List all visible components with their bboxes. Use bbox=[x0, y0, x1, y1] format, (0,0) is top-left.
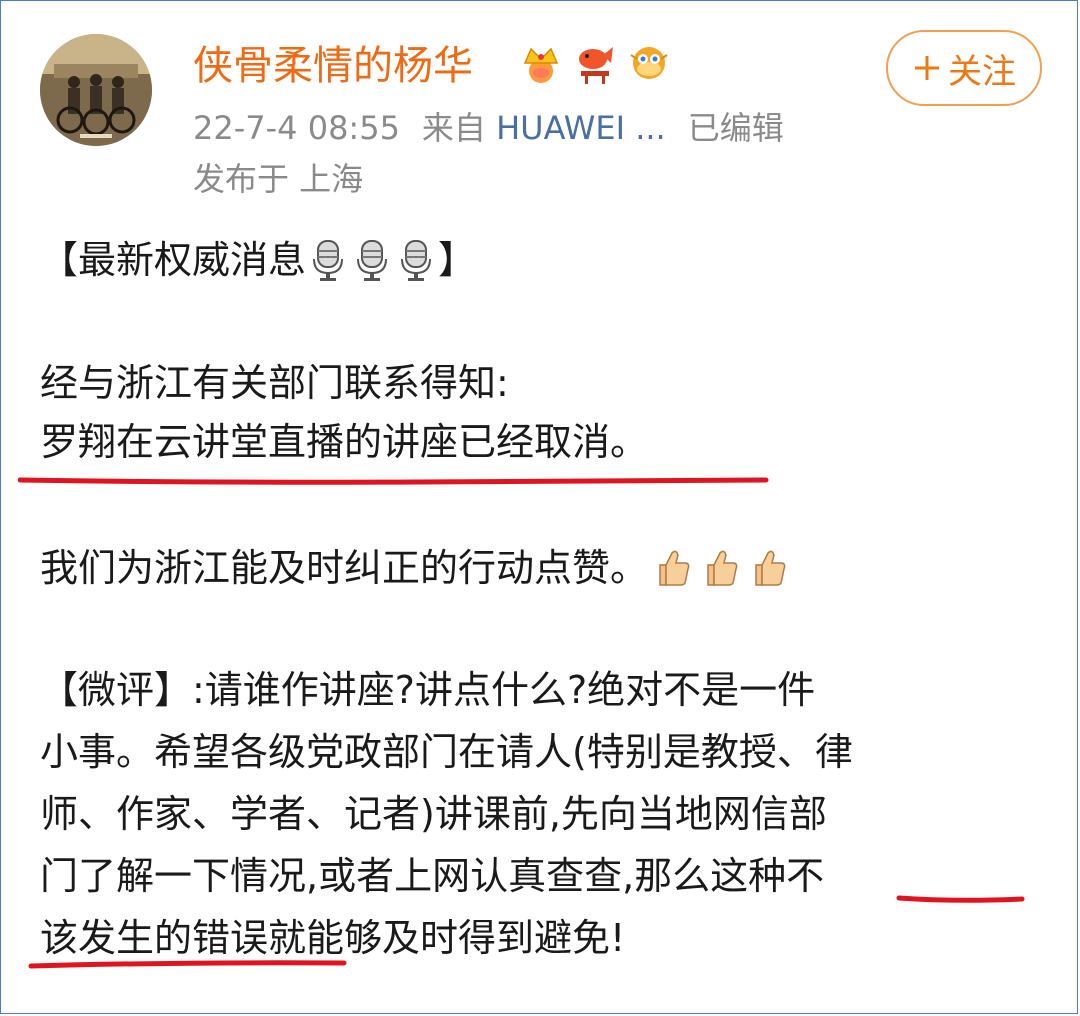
edited-label[interactable]: 已编辑 bbox=[688, 109, 784, 147]
user-badges bbox=[518, 40, 672, 86]
paragraph-1-line-2: 罗翔在云讲堂直播的讲座已经取消。 bbox=[40, 420, 649, 464]
location-label: 发布于 上海 bbox=[193, 160, 364, 198]
heading-line: 【最新权威消息 】 bbox=[40, 232, 476, 296]
paragraph-1-line-1: 经与浙江有关部门联系得知: bbox=[40, 361, 509, 405]
microphone-icon bbox=[310, 239, 346, 296]
avatar-photo-icon bbox=[40, 34, 152, 146]
red-underline-2 bbox=[896, 895, 1025, 903]
thumbs-up-icon bbox=[748, 547, 788, 604]
paragraph-3-line-4: 门了解一下情况,或者上网认真查查,那么这种不 bbox=[40, 854, 825, 898]
paragraph-2: 我们为浙江能及时纠正的行动点赞。 bbox=[40, 540, 792, 604]
paragraph-3-line-1: 【微评】:请谁作讲座?讲点什么?绝对不是一件 bbox=[40, 668, 816, 712]
follow-button[interactable]: 关注 bbox=[886, 30, 1042, 106]
username[interactable]: 侠骨柔情的杨华 bbox=[193, 38, 473, 94]
red-underline-1 bbox=[18, 477, 769, 485]
red-underline-3 bbox=[28, 960, 347, 969]
thumbs-up-icon bbox=[652, 547, 692, 604]
device-link[interactable]: HUAWEI ... bbox=[496, 109, 666, 147]
paragraph-2-text: 我们为浙江能及时纠正的行动点赞。 bbox=[40, 546, 649, 590]
heading-text: 【最新权威消息 bbox=[40, 238, 307, 282]
post-meta: 22-7-4 08:55 来自 HUAWEI ... 已编辑 bbox=[193, 105, 784, 151]
plus-icon bbox=[915, 56, 939, 80]
koi-badge-icon[interactable] bbox=[572, 40, 618, 86]
pufferfish-badge-icon[interactable] bbox=[626, 40, 672, 86]
avatar[interactable] bbox=[40, 34, 152, 146]
paragraph-3-line-3: 师、作家、学者、记者)讲课前,先向当地网信部 bbox=[40, 792, 827, 836]
microphone-icon bbox=[398, 239, 434, 296]
source-prefix: 来自 bbox=[421, 109, 486, 147]
thumbs-up-icon bbox=[700, 547, 740, 604]
paragraph-3-line-2: 小事。希望各级党政部门在请人(特别是教授、律 bbox=[40, 730, 853, 774]
crown-badge-icon[interactable] bbox=[518, 40, 564, 86]
follow-label: 关注 bbox=[948, 51, 1016, 92]
microphone-icon bbox=[354, 239, 390, 296]
heading-close: 】 bbox=[438, 238, 477, 282]
timestamp: 22-7-4 08:55 bbox=[193, 109, 400, 147]
